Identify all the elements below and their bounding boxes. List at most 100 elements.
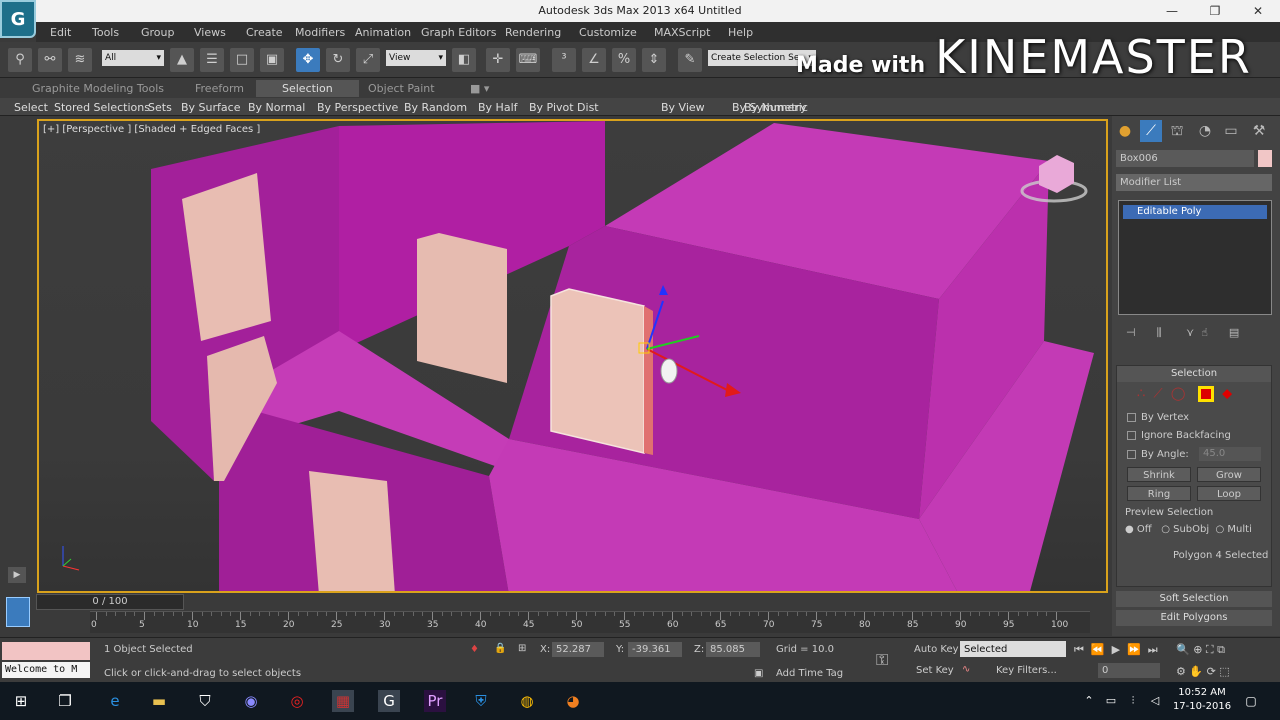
close-button[interactable]: ✕ <box>1236 0 1280 22</box>
ring-button[interactable]: Ring <box>1127 486 1191 501</box>
battery-icon[interactable]: ▭ <box>1100 690 1122 712</box>
task-view-icon[interactable]: ❐ <box>54 690 76 712</box>
app-icon-purple[interactable]: ◉ <box>240 690 262 712</box>
hierarchy-tab-icon[interactable]: ⛫ <box>1166 120 1188 142</box>
menu-modifiers[interactable]: Modifiers <box>295 26 345 39</box>
selection-filter-dropdown[interactable]: All <box>102 50 164 66</box>
x-coordinate-field[interactable]: 52.287 <box>552 642 604 657</box>
pivot-center-icon[interactable]: ◧ <box>452 48 476 72</box>
time-slider[interactable]: 0 / 100 <box>36 594 184 610</box>
ribbon-by-view[interactable]: By View <box>661 101 705 114</box>
select-by-name-icon[interactable]: ☰ <box>200 48 224 72</box>
network-icon[interactable]: ⫶ <box>1122 690 1144 712</box>
reference-coordinate-dropdown[interactable]: View <box>386 50 446 66</box>
preview-off-radio[interactable]: ● Off <box>1125 524 1152 535</box>
app-logo-icon[interactable]: G <box>0 0 36 38</box>
rectangular-selection-icon[interactable]: □ <box>230 48 254 72</box>
tab-object-paint[interactable]: Object Paint <box>368 82 435 95</box>
ribbon-sets[interactable]: Sets <box>148 101 172 114</box>
menu-maxscript[interactable]: MAXScript <box>654 26 710 39</box>
make-unique-icon[interactable]: ⋎ <box>1186 326 1194 339</box>
zoom-icon[interactable]: 🔍 <box>1176 643 1190 656</box>
maxscript-mini-listener[interactable]: Welcome to M <box>2 662 90 678</box>
menu-create[interactable]: Create <box>246 26 283 39</box>
firefox-icon[interactable]: ◕ <box>562 690 584 712</box>
volume-icon[interactable]: ◁ <box>1144 690 1166 712</box>
time-tag-icon[interactable]: ▣ <box>754 668 763 679</box>
stack-item-editable-poly[interactable]: Editable Poly <box>1123 205 1267 219</box>
maxscript-listener-output[interactable] <box>2 642 90 660</box>
key-tangent-icon[interactable]: ∿ <box>962 664 970 675</box>
link-icon[interactable]: ⚲ <box>8 48 32 72</box>
spinner-snap-icon[interactable]: ⇕ <box>642 48 666 72</box>
set-keys-key-icon[interactable]: ⚿ <box>876 650 888 670</box>
key-mode-dropdown[interactable]: Selected <box>960 641 1066 657</box>
remove-modifier-icon[interactable]: ☝ <box>1201 326 1208 339</box>
ignore-backfacing-option[interactable]: Ignore Backfacing <box>1127 430 1231 441</box>
perspective-viewport[interactable]: [+] [Perspective ] [Shaded + Edged Faces… <box>37 119 1108 593</box>
add-time-tag-button[interactable]: Add Time Tag <box>776 668 843 679</box>
ribbon-by-pivot-dist[interactable]: By Pivot Dist <box>529 101 599 114</box>
go-to-end-icon[interactable]: ⏭ <box>1148 643 1158 656</box>
window-crossing-icon[interactable]: ▣ <box>260 48 284 72</box>
go-to-start-icon[interactable]: ⏮ <box>1074 643 1084 656</box>
3ds-max-taskbar-icon[interactable]: G <box>378 690 400 712</box>
angle-spinner[interactable]: 45.0 <box>1199 447 1261 461</box>
minimize-button[interactable]: — <box>1150 0 1194 22</box>
menu-help[interactable]: Help <box>728 26 753 39</box>
border-level-icon[interactable]: ◯ <box>1171 387 1186 402</box>
object-name-field[interactable]: Box006 <box>1116 150 1254 167</box>
y-coordinate-field[interactable]: -39.361 <box>628 642 682 657</box>
display-tab-icon[interactable]: ▭ <box>1220 120 1242 142</box>
current-frame-field[interactable]: 0 <box>1098 663 1160 678</box>
zoom-extents-icon[interactable]: ⛶ <box>1206 643 1214 656</box>
unlink-icon[interactable]: ⚯ <box>38 48 62 72</box>
app-icon-red-square[interactable]: ▦ <box>332 690 354 712</box>
preview-subobj-radio[interactable]: ○ SubObj <box>1161 524 1209 535</box>
modifier-list-dropdown[interactable]: Modifier List <box>1116 174 1272 191</box>
show-end-result-icon[interactable]: ⫼ <box>1157 326 1162 339</box>
ribbon-select[interactable]: Select <box>14 101 48 114</box>
ribbon-by-numeric[interactable]: By Numeric <box>744 101 808 114</box>
grow-button[interactable]: Grow <box>1197 467 1261 482</box>
zoom-all-icon[interactable]: ⊕ <box>1193 643 1202 656</box>
by-vertex-option[interactable]: By Vertex <box>1127 412 1189 423</box>
windows-start-icon[interactable]: ⊞ <box>10 690 32 712</box>
selection-rollout-header[interactable]: Selection <box>1117 366 1271 382</box>
tab-graphite-modeling-tools[interactable]: Graphite Modeling Tools <box>32 82 164 95</box>
select-object-icon[interactable]: ▲ <box>170 48 194 72</box>
notification-center-icon[interactable]: ▢ <box>1240 690 1262 712</box>
menu-customize[interactable]: Customize <box>579 26 637 39</box>
edge-level-icon[interactable]: ⟋ <box>1154 387 1163 402</box>
menu-edit[interactable]: Edit <box>50 26 71 39</box>
menu-group[interactable]: Group <box>141 26 175 39</box>
tray-up-arrow-icon[interactable]: ⌃ <box>1078 690 1100 712</box>
percent-snap-icon[interactable]: % <box>612 48 636 72</box>
edge-browser-icon[interactable]: e <box>104 690 126 712</box>
auto-key-button[interactable]: Auto Key <box>914 644 959 655</box>
selected-polygon[interactable] <box>550 288 645 454</box>
defender-icon[interactable]: ⛨ <box>470 690 492 712</box>
polygon-level-icon[interactable] <box>1197 386 1214 402</box>
keyboard-shortcut-toggle-icon[interactable]: ⌨ <box>516 48 540 72</box>
motion-tab-icon[interactable]: ◔ <box>1194 120 1216 142</box>
ribbon-by-surface[interactable]: By Surface <box>181 101 240 114</box>
previous-frame-icon[interactable]: ⏪ <box>1091 643 1105 656</box>
viewport-label[interactable]: [+] [Perspective ] [Shaded + Edged Faces… <box>43 124 260 135</box>
tab-selection[interactable]: Selection <box>256 80 359 97</box>
ribbon-by-normal[interactable]: By Normal <box>248 101 305 114</box>
edit-polygons-rollout[interactable]: Edit Polygons <box>1116 610 1272 626</box>
mini-curve-editor-icon[interactable] <box>6 597 30 627</box>
loop-button[interactable]: Loop <box>1197 486 1261 501</box>
app-icon-red[interactable]: ◎ <box>286 690 308 712</box>
select-manipulate-icon[interactable]: ✛ <box>486 48 510 72</box>
pin-stack-icon[interactable]: ⊣ <box>1126 326 1136 339</box>
by-angle-option[interactable]: By Angle: <box>1127 449 1189 460</box>
set-key-button[interactable]: Set Key <box>916 665 954 676</box>
key-filters-button[interactable]: Key Filters... <box>996 665 1057 676</box>
menu-views[interactable]: Views <box>194 26 226 39</box>
select-and-scale-icon[interactable]: ⤢ <box>356 48 380 72</box>
store-icon[interactable]: ⛉ <box>194 690 216 712</box>
z-coordinate-field[interactable]: 85.085 <box>706 642 760 657</box>
ribbon-toggle-icon[interactable]: ■ ▾ <box>470 82 489 95</box>
